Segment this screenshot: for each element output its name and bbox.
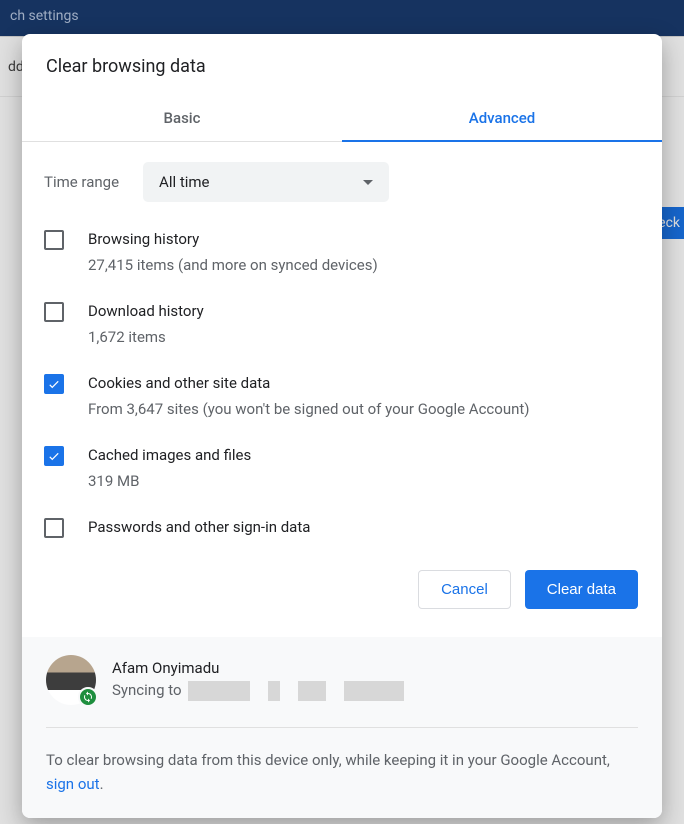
dialog-title: Clear browsing data — [22, 34, 662, 95]
option-subtitle: 1,672 items — [88, 326, 204, 349]
cancel-button[interactable]: Cancel — [418, 570, 511, 609]
sync-badge-icon — [78, 687, 98, 707]
checkbox-download-history[interactable] — [44, 302, 64, 322]
option-title: Passwords and other sign-in data — [88, 516, 608, 539]
option-subtitle: 27,415 items (and more on synced devices… — [88, 254, 378, 277]
tab-basic[interactable]: Basic — [22, 95, 342, 141]
option-title: Download history — [88, 300, 204, 323]
redacted-email — [188, 681, 404, 701]
tab-bar: Basic Advanced — [22, 95, 662, 142]
user-sync-status: Syncing to — [112, 681, 182, 699]
clear-data-button[interactable]: Clear data — [525, 570, 638, 609]
modal-backdrop: Clear browsing data Basic Advanced Time … — [0, 0, 684, 824]
checkbox-passwords[interactable] — [44, 518, 64, 538]
option-cookies[interactable]: Cookies and other site data From 3,647 s… — [44, 372, 640, 420]
user-name: Afam Onyimadu — [112, 659, 404, 677]
tab-advanced[interactable]: Advanced — [342, 95, 662, 141]
dialog-footer: Afam Onyimadu Syncing to To clear browsi… — [22, 637, 662, 818]
check-icon — [47, 377, 61, 391]
chevron-down-icon — [363, 180, 373, 185]
option-subtitle: 319 MB — [88, 470, 251, 493]
dialog-button-row: Cancel Clear data — [22, 542, 662, 637]
option-subtitle: From 3,647 sites (you won't be signed ou… — [88, 398, 530, 421]
time-range-value: All time — [159, 173, 209, 191]
clear-browsing-data-dialog: Clear browsing data Basic Advanced Time … — [22, 34, 662, 818]
sign-out-link[interactable]: sign out — [46, 775, 100, 793]
option-subtitle: 94 passwords (for oneforma.com, yourarti… — [88, 542, 608, 543]
check-icon — [47, 449, 61, 463]
option-cached-images[interactable]: Cached images and files 319 MB — [44, 444, 640, 492]
option-title: Browsing history — [88, 228, 378, 251]
divider — [46, 727, 638, 728]
option-download-history[interactable]: Download history 1,672 items — [44, 300, 640, 348]
option-title: Cached images and files — [88, 444, 251, 467]
checkbox-browsing-history[interactable] — [44, 230, 64, 250]
footer-hint: To clear browsing data from this device … — [46, 748, 638, 796]
checkbox-cached-images[interactable] — [44, 446, 64, 466]
time-range-label: Time range — [44, 173, 119, 191]
avatar — [46, 655, 96, 705]
checkbox-cookies[interactable] — [44, 374, 64, 394]
options-scroll-area[interactable]: Time range All time Browsing history 27,… — [22, 142, 662, 542]
option-passwords[interactable]: Passwords and other sign-in data 94 pass… — [44, 516, 640, 542]
time-range-select[interactable]: All time — [143, 162, 389, 202]
option-browsing-history[interactable]: Browsing history 27,415 items (and more … — [44, 228, 640, 276]
option-title: Cookies and other site data — [88, 372, 530, 395]
